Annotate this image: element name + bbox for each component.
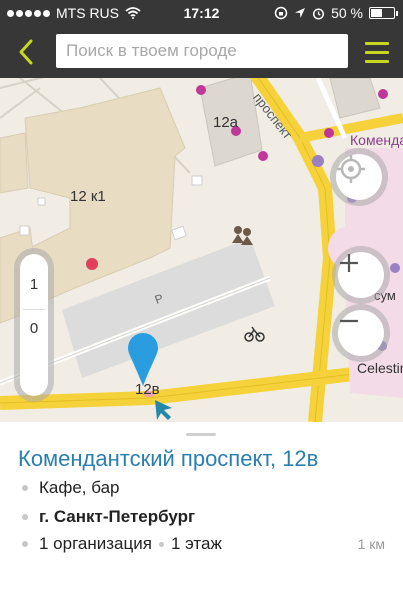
alarm-icon bbox=[313, 7, 325, 20]
search-input[interactable] bbox=[56, 34, 348, 68]
place-city: г. Санкт-Петербург bbox=[39, 507, 196, 526]
place-category-row: Кафе, бар bbox=[22, 478, 120, 498]
crosshair-icon bbox=[337, 155, 365, 183]
menu-bar bbox=[365, 50, 389, 54]
place-category: Кафе, бар bbox=[39, 478, 120, 497]
place-distance: 1 км bbox=[357, 536, 385, 552]
status-right: 50 % bbox=[274, 5, 398, 21]
chevron-left-icon bbox=[19, 39, 33, 65]
floor-count: 1 этаж bbox=[170, 534, 222, 553]
battery-percent: 50 % bbox=[331, 5, 363, 21]
bicycle-icon bbox=[244, 326, 265, 342]
place-city-row: г. Санкт-Петербург bbox=[22, 507, 195, 527]
bullet-icon bbox=[22, 541, 28, 547]
location-arrow-icon bbox=[295, 8, 306, 18]
map-view[interactable]: 12а 12 к1 12в проспект Комендан P сум Ce… bbox=[0, 78, 403, 422]
poi-flower-icon bbox=[86, 258, 98, 270]
battery-fill bbox=[371, 9, 382, 17]
battery-icon bbox=[369, 7, 398, 19]
map-label-12k1: 12 к1 bbox=[70, 188, 106, 205]
floor-level-selector: 1 0 bbox=[14, 248, 54, 402]
status-bar: MTS RUS 17:12 50 % bbox=[0, 0, 403, 26]
zoom-out-button[interactable] bbox=[332, 304, 390, 362]
bullet-icon bbox=[22, 514, 28, 520]
drag-handle[interactable] bbox=[186, 433, 216, 436]
menu-button[interactable] bbox=[357, 32, 397, 72]
plus-icon bbox=[340, 254, 358, 272]
zoom-in-button[interactable] bbox=[332, 246, 390, 304]
top-toolbar bbox=[0, 26, 403, 78]
floor-level-0[interactable]: 0 bbox=[20, 320, 48, 337]
map-label-komendant: Комендан bbox=[350, 132, 403, 148]
back-button[interactable] bbox=[8, 32, 44, 72]
menu-bar bbox=[365, 41, 389, 45]
separator-dot bbox=[158, 541, 164, 547]
locate-me-button[interactable] bbox=[330, 148, 388, 206]
people-icon bbox=[232, 226, 253, 245]
map-label-12a: 12а bbox=[213, 114, 239, 131]
minus-icon bbox=[340, 319, 358, 323]
menu-bar bbox=[365, 59, 389, 63]
rotation-lock-icon bbox=[274, 6, 288, 20]
place-details-row: 1 организация 1 этаж bbox=[22, 534, 222, 554]
bullet-icon bbox=[22, 485, 28, 491]
floor-level-1[interactable]: 1 bbox=[20, 276, 48, 293]
place-info-card[interactable]: Комендантский проспект, 12в Кафе, бар г.… bbox=[0, 422, 403, 604]
map-label-celestin: Celestin bbox=[357, 360, 403, 376]
place-title[interactable]: Комендантский проспект, 12в bbox=[18, 446, 318, 472]
organization-count: 1 организация bbox=[39, 534, 152, 553]
map-canvas bbox=[0, 78, 403, 422]
level-divider bbox=[23, 309, 45, 310]
map-label-12v: 12в bbox=[135, 381, 160, 398]
